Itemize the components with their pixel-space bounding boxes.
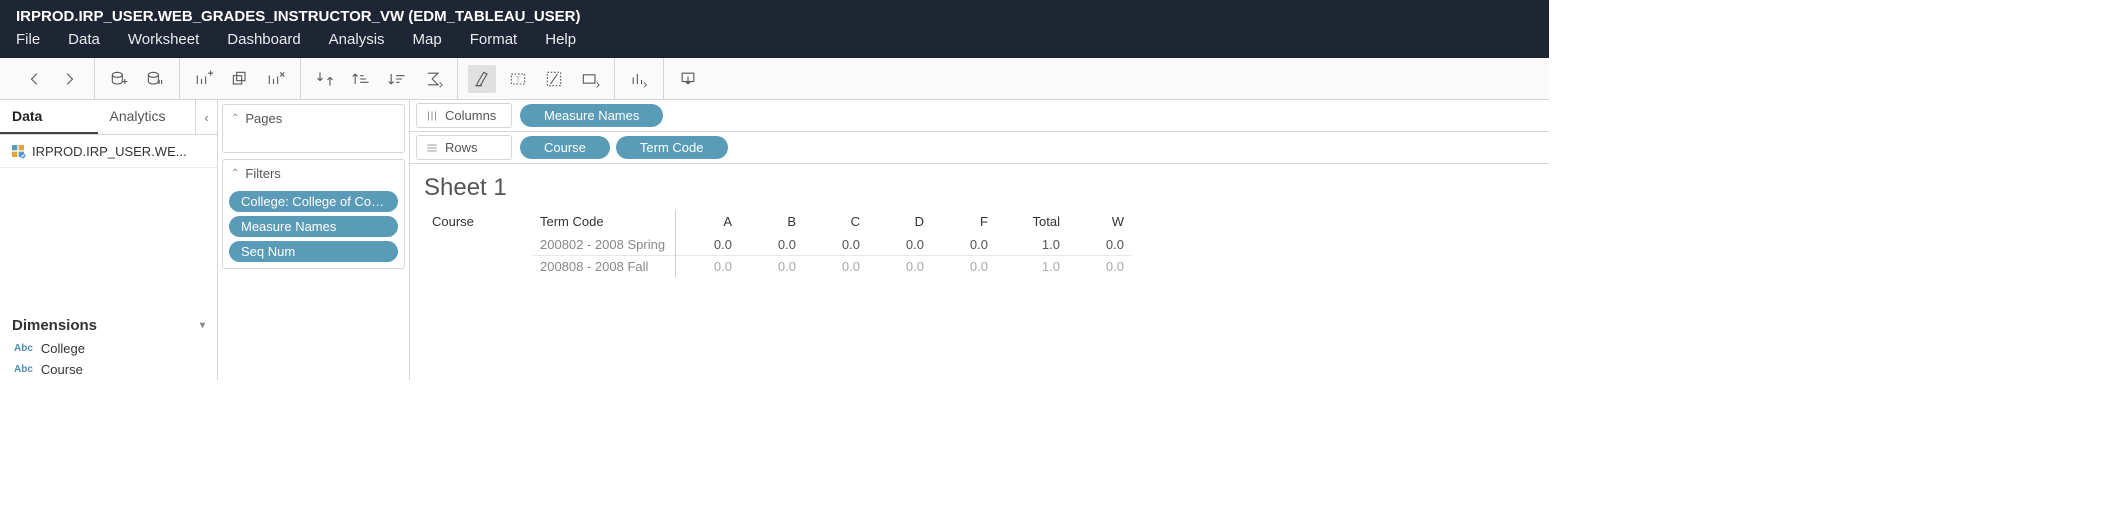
header-bar: IRPROD.IRP_USER.WEB_GRADES_INSTRUCTOR_VW… [0, 0, 1549, 58]
header-w[interactable]: W [1068, 210, 1132, 234]
menu-bar: File Data Worksheet Dashboard Analysis M… [16, 31, 1533, 58]
table-cell[interactable]: 0.0 [1068, 256, 1132, 277]
columns-icon [425, 109, 439, 123]
new-worksheet-icon[interactable] [190, 65, 218, 93]
pages-shelf[interactable]: ⌃Pages [222, 104, 405, 153]
datasource-icon [10, 143, 26, 159]
field-course[interactable]: Abc Course [0, 359, 217, 380]
rows-shelf[interactable]: Rows Course Term Code [410, 132, 1549, 164]
table-cell[interactable]: 0.0 [932, 234, 996, 256]
data-pane: Data Analytics ‹ IRPROD.IRP_USER.WE... D… [0, 100, 218, 380]
menu-analysis[interactable]: Analysis [329, 31, 385, 48]
toolbar: T [0, 58, 1549, 100]
menu-file[interactable]: File [16, 31, 40, 48]
columns-shelf[interactable]: Columns Measure Names [410, 100, 1549, 132]
caret-icon: ⌃ [231, 113, 239, 124]
header-a[interactable]: A [676, 210, 740, 234]
menu-map[interactable]: Map [413, 31, 442, 48]
menu-dashboard[interactable]: Dashboard [227, 31, 300, 48]
crosstab: Course Term Code 200802 - 2008 Spring 20… [410, 210, 1549, 277]
datasource-item[interactable]: IRPROD.IRP_USER.WE... [0, 135, 217, 168]
table-cell[interactable]: 0.0 [932, 256, 996, 277]
rows-icon [425, 141, 439, 155]
abc-icon: Abc [14, 364, 33, 375]
header-d[interactable]: D [868, 210, 932, 234]
header-b[interactable]: B [740, 210, 804, 234]
table-cell[interactable]: 0.0 [740, 256, 804, 277]
field-college[interactable]: Abc College [0, 338, 217, 359]
table-cell[interactable]: 0.0 [1068, 234, 1132, 256]
table-cell[interactable]: 200802 - 2008 Spring [532, 234, 675, 256]
table-cell[interactable]: 0.0 [676, 234, 740, 256]
window-title: IRPROD.IRP_USER.WEB_GRADES_INSTRUCTOR_VW… [16, 8, 1533, 31]
table-cell[interactable]: 0.0 [868, 234, 932, 256]
datasource-label: IRPROD.IRP_USER.WE... [32, 144, 187, 159]
menu-help[interactable]: Help [545, 31, 576, 48]
row-pill-term-code[interactable]: Term Code [616, 136, 728, 159]
table-cell [424, 234, 532, 255]
totals-icon[interactable] [419, 65, 447, 93]
dimensions-header[interactable]: Dimensions ▾ [0, 309, 217, 338]
table-cell [424, 255, 532, 276]
swap-icon[interactable] [311, 65, 339, 93]
worksheet-area: Columns Measure Names Rows Course Term C… [410, 100, 1549, 380]
header-f[interactable]: F [932, 210, 996, 234]
header-course[interactable]: Course [424, 210, 532, 234]
menu-format[interactable]: Format [470, 31, 518, 48]
cards-panel: ⌃Pages ⌃Filters College: College of Comp… [218, 100, 410, 380]
pause-datasource-icon[interactable] [141, 65, 169, 93]
menu-worksheet[interactable]: Worksheet [128, 31, 199, 48]
column-pill-measure-names[interactable]: Measure Names [520, 104, 663, 127]
svg-text:T: T [516, 74, 521, 84]
menu-data[interactable]: Data [68, 31, 100, 48]
row-pill-course[interactable]: Course [520, 136, 610, 159]
header-c[interactable]: C [804, 210, 868, 234]
main-area: Data Analytics ‹ IRPROD.IRP_USER.WE... D… [0, 100, 1549, 380]
table-cell[interactable]: 0.0 [804, 256, 868, 277]
duplicate-icon[interactable] [226, 65, 254, 93]
clear-sheet-icon[interactable] [262, 65, 290, 93]
back-icon[interactable] [20, 65, 48, 93]
format-workbook-icon[interactable] [540, 65, 568, 93]
header-total[interactable]: Total [996, 210, 1068, 234]
new-datasource-icon[interactable] [105, 65, 133, 93]
table-cell[interactable]: 1.0 [996, 256, 1068, 277]
sheet-title[interactable]: Sheet 1 [410, 164, 1549, 210]
chevron-down-icon: ▾ [200, 320, 205, 331]
filter-pill-seq-num[interactable]: Seq Num [229, 241, 398, 262]
table-cell[interactable]: 200808 - 2008 Fall [532, 256, 675, 277]
header-term-code[interactable]: Term Code [532, 210, 675, 234]
forward-icon[interactable] [56, 65, 84, 93]
table-cell[interactable]: 1.0 [996, 234, 1068, 256]
highlight-icon[interactable] [468, 65, 496, 93]
abc-icon: Abc [14, 343, 33, 354]
table-cell[interactable]: 0.0 [868, 256, 932, 277]
sort-desc-icon[interactable] [383, 65, 411, 93]
tab-data[interactable]: Data [0, 100, 98, 134]
table-cell[interactable]: 0.0 [676, 256, 740, 277]
download-icon[interactable] [674, 65, 702, 93]
fit-icon[interactable] [576, 65, 604, 93]
labels-icon[interactable]: T [504, 65, 532, 93]
table-cell[interactable]: 0.0 [804, 234, 868, 256]
caret-icon: ⌃ [231, 168, 239, 179]
sort-asc-icon[interactable] [347, 65, 375, 93]
filter-pill-college[interactable]: College: College of Comp... [229, 191, 398, 212]
show-me-icon[interactable] [625, 65, 653, 93]
table-cell[interactable]: 0.0 [740, 234, 804, 256]
filters-shelf[interactable]: ⌃Filters College: College of Comp... Mea… [222, 159, 405, 269]
filter-pill-measure-names[interactable]: Measure Names [229, 216, 398, 237]
tab-analytics[interactable]: Analytics [98, 100, 196, 134]
collapse-pane-icon[interactable]: ‹ [195, 100, 217, 134]
